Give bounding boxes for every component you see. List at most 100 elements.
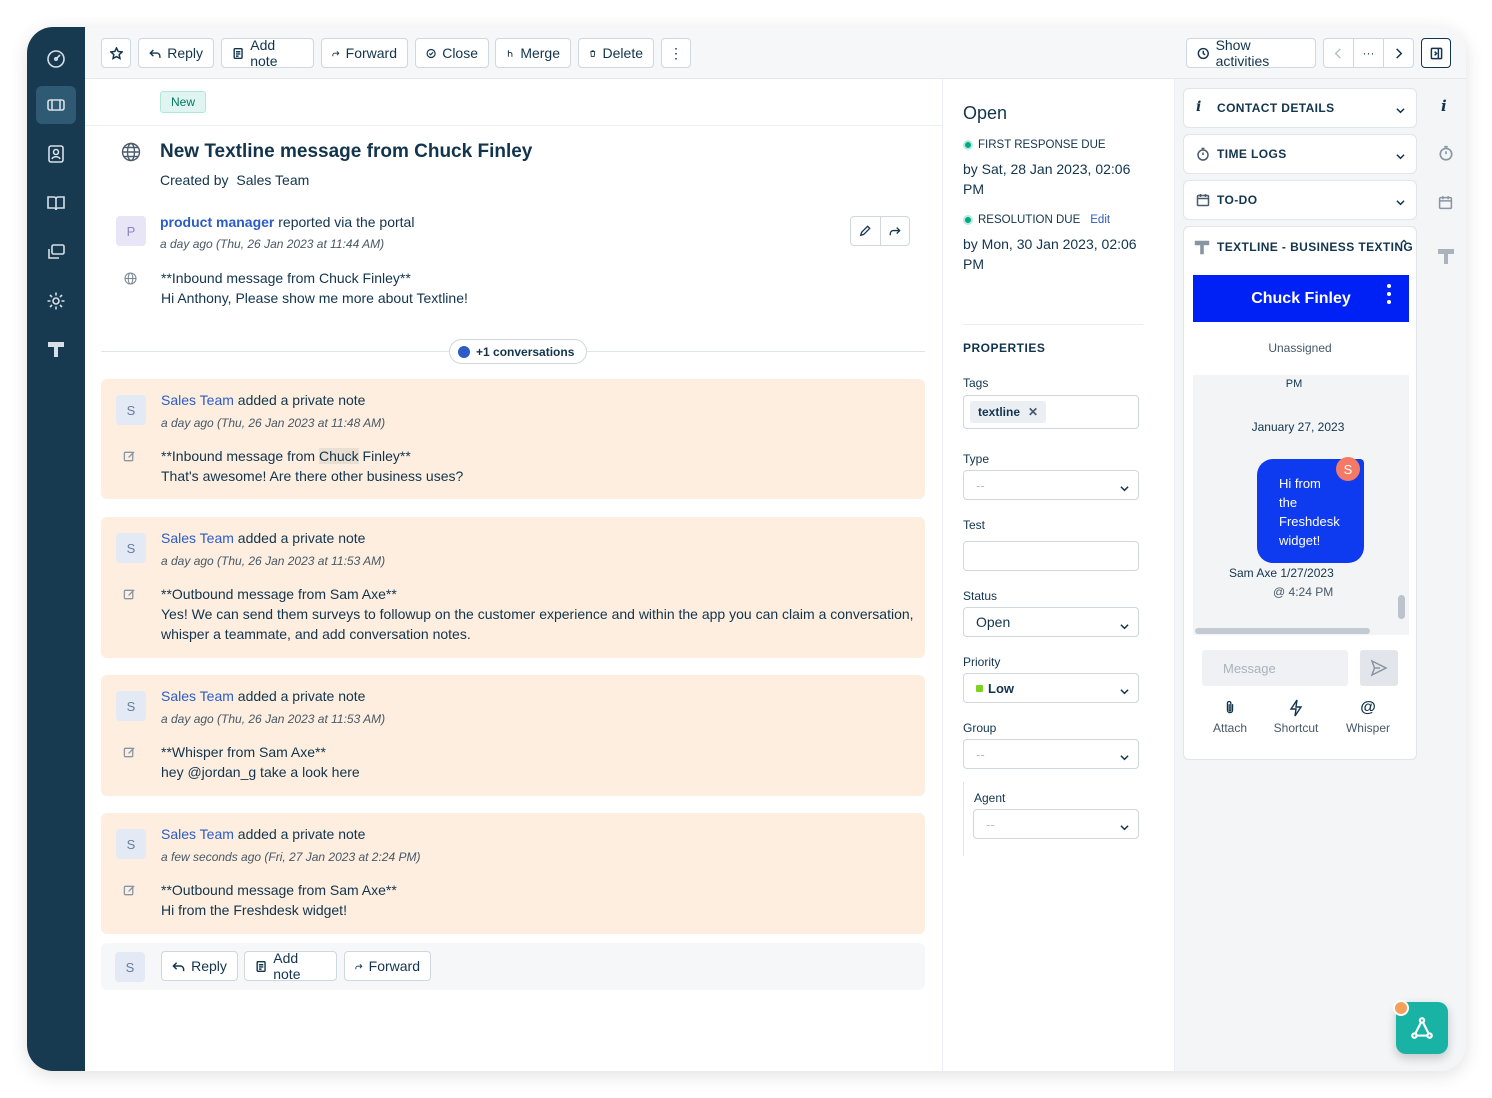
group-select[interactable]: --	[963, 739, 1139, 769]
star-button[interactable]	[101, 38, 131, 68]
accordion-title: TO-DO	[1217, 193, 1258, 207]
chevron-down-icon	[1120, 684, 1129, 695]
chevron-down-icon	[1120, 750, 1129, 761]
stopwatch-icon	[1196, 147, 1211, 162]
textline-contact-name: Chuck Finley	[1251, 289, 1351, 307]
note-body: **Outbound message from Sam Axe** Hi fro…	[161, 880, 397, 920]
test-input[interactable]	[963, 541, 1139, 571]
add-note-button[interactable]: Add note	[221, 37, 314, 69]
conversation-pane: New New Textline message from Chuck Finl…	[85, 79, 942, 1071]
accordion-title: CONTACT DETAILS	[1217, 101, 1335, 115]
agent-value: --	[986, 816, 995, 832]
note-action: added a private note	[237, 688, 366, 704]
vertical-scrollbar[interactable]	[1398, 595, 1405, 619]
toggle-sidebar-button[interactable]	[1421, 38, 1451, 68]
info-icon[interactable]: i	[1441, 97, 1447, 115]
send-button[interactable]	[1360, 650, 1398, 686]
body-line: Yes! We can send them surveys to followu…	[161, 606, 914, 622]
previous-ticket-button[interactable]	[1323, 38, 1354, 68]
edit-message-button[interactable]	[851, 217, 881, 245]
expand-conversations-button[interactable]: +1 conversations	[449, 339, 588, 364]
forward-button[interactable]: Forward	[321, 38, 408, 68]
group-value: --	[976, 746, 985, 762]
whisper-label: Whisper	[1345, 721, 1390, 735]
status-select[interactable]: Open	[963, 607, 1139, 637]
textline-assignee: Unassigned	[1268, 341, 1332, 355]
note-time: a day ago (Thu, 26 Jan 2023 at 11:48 AM)	[161, 416, 386, 430]
merge-button[interactable]: Merge	[495, 38, 571, 68]
reply-button[interactable]: Reply	[138, 38, 214, 68]
remove-tag-icon[interactable]: ✕	[1028, 405, 1038, 419]
requester-link[interactable]: product manager	[160, 214, 274, 230]
conversations-icon[interactable]	[36, 233, 76, 271]
textline-message-thread[interactable]: PM January 27, 2023 Hi from the Freshdes…	[1193, 375, 1409, 635]
body-line: hey @jordan_g take a look here	[161, 764, 360, 780]
textline-logo-icon[interactable]	[1436, 246, 1456, 271]
agent-select[interactable]: --	[973, 809, 1139, 839]
chevron-down-icon	[1120, 481, 1129, 492]
show-activities-button[interactable]: Show activities	[1186, 37, 1316, 69]
reported-text: reported via the portal	[278, 214, 415, 230]
close-button[interactable]: Close	[415, 38, 489, 68]
forward-message-button[interactable]	[881, 217, 910, 245]
left-nav	[27, 27, 85, 1071]
merge-icon	[507, 49, 513, 57]
calendar-icon	[1196, 193, 1211, 208]
edit-resolution-link[interactable]: Edit	[1090, 214, 1110, 226]
next-ticket-button[interactable]	[1383, 38, 1414, 68]
reply-button[interactable]: Reply	[161, 951, 238, 981]
stopwatch-icon[interactable]	[1438, 145, 1454, 166]
avatar: S	[116, 533, 146, 563]
todo-accordion[interactable]: TO-DO	[1183, 180, 1417, 220]
status-badge: New	[160, 91, 207, 113]
history-icon	[1197, 47, 1209, 59]
chevron-left-icon	[1334, 47, 1341, 59]
avatar: P	[116, 216, 146, 246]
tags-input[interactable]: textline ✕	[963, 395, 1139, 429]
accordion-title: TIME LOGS	[1217, 147, 1287, 161]
type-select[interactable]: --	[963, 470, 1139, 500]
priority-select[interactable]: Low	[963, 673, 1139, 703]
textline-app-icon[interactable]	[36, 330, 76, 368]
close-label: Close	[442, 45, 478, 61]
chevron-down-icon	[1396, 196, 1405, 206]
shortcut-button[interactable]: Shortcut	[1268, 699, 1324, 735]
calendar-icon[interactable]	[1438, 195, 1453, 215]
knowledge-base-icon[interactable]	[36, 184, 76, 222]
note-author-link[interactable]: Sales Team	[161, 530, 234, 546]
resolution-due: by Mon, 30 Jan 2023, 02:06 PM	[963, 234, 1137, 274]
resolution-sla: RESOLUTION DUE Edit	[963, 214, 1110, 226]
delete-button[interactable]: Delete	[578, 38, 654, 68]
private-note: S Sales Team added a private note a few …	[101, 813, 925, 934]
note-icon	[256, 960, 266, 972]
note-action: added a private note	[237, 530, 366, 546]
dashboard-icon[interactable]	[36, 40, 76, 78]
horizontal-scrollbar[interactable]	[1195, 628, 1370, 634]
note-action: added a private note	[237, 392, 366, 408]
chevron-up-icon: ⌃	[1399, 239, 1409, 251]
highlighted-text: Chuck	[318, 448, 359, 464]
forward-button[interactable]: Forward	[344, 951, 431, 981]
tags-label: Tags	[963, 376, 989, 390]
ticket-list-more-button[interactable]: ···	[1353, 38, 1384, 68]
conversations-count: +1 conversations	[476, 344, 575, 359]
reported-time: a day ago (Thu, 26 Jan 2023 at 11:44 AM)	[160, 237, 385, 251]
contacts-icon[interactable]	[36, 135, 76, 173]
add-note-button[interactable]: Add note	[244, 950, 337, 982]
kebab-menu-icon[interactable]	[1387, 284, 1393, 304]
tickets-icon[interactable]	[36, 86, 76, 124]
message-input[interactable]: Message	[1202, 650, 1348, 686]
textline-accordion-header[interactable]: TEXTLINE - BUSINESS TEXTING ⌃	[1184, 227, 1416, 267]
contact-details-accordion[interactable]: i CONTACT DETAILS	[1183, 88, 1417, 128]
settings-gear-icon[interactable]	[36, 282, 76, 320]
note-author-link[interactable]: Sales Team	[161, 392, 234, 408]
accordion-title: TEXTLINE - BUSINESS TEXTING	[1217, 240, 1414, 254]
note-author-link[interactable]: Sales Team	[161, 826, 234, 842]
attach-button[interactable]: Attach	[1204, 699, 1256, 735]
whisper-button[interactable]: @ Whisper	[1340, 699, 1396, 735]
time-logs-accordion[interactable]: TIME LOGS	[1183, 134, 1417, 174]
expand-icon	[458, 345, 470, 358]
note-author-link[interactable]: Sales Team	[161, 688, 234, 704]
more-actions-button[interactable]: ⋮	[661, 38, 691, 68]
tag-label: textline	[978, 405, 1021, 419]
